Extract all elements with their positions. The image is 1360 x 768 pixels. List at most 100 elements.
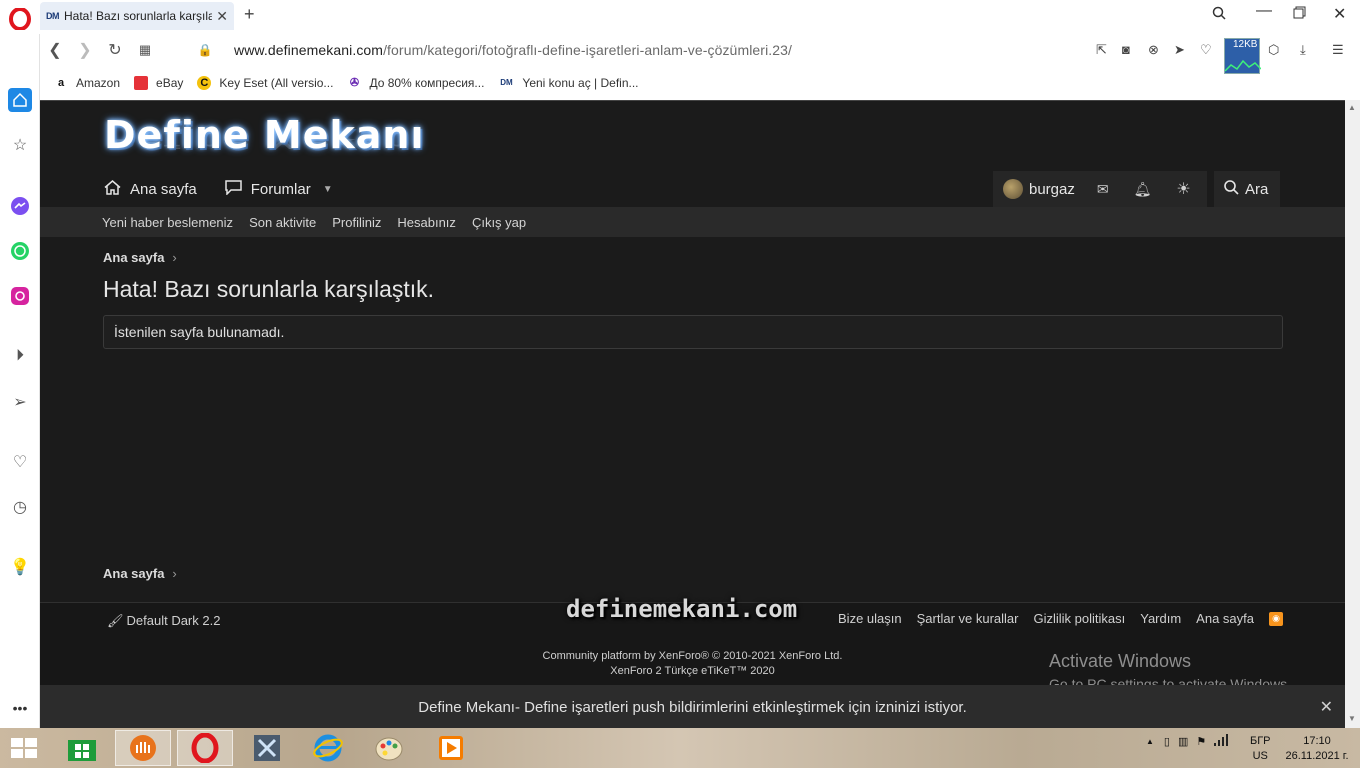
internet-explorer-icon[interactable] [300,730,356,766]
push-notification-bar: Define Mekanı- Define işaretleri push bi… [40,685,1345,729]
camera-icon[interactable]: ◙ [1122,42,1130,57]
battery-icon[interactable]: ▯ [1164,735,1170,748]
home-icon [104,179,121,199]
bookmarks-star-icon[interactable]: ☆ [8,133,32,157]
url-path: /forum/kategori/fotoğraflı-define-işaret… [383,42,793,58]
search-tabs-icon[interactable] [1212,6,1226,23]
nav-forums-label: Forumlar [250,180,311,198]
chevron-right-icon: › [172,566,177,581]
user-bar: burgaz ✉ 🔔︎ ☀ Ara [993,171,1280,207]
more-icon[interactable]: ••• [8,696,32,720]
close-icon[interactable]: ✕ [1320,697,1333,717]
lock-icon[interactable]: 🔒 [190,43,220,57]
address-bar: ❮ ❯ ↻ ▦ 🔒 www.definemekani.com/forum/kat… [40,34,1360,66]
footer-link-terms[interactable]: Şartlar ve kurallar [917,611,1019,626]
speed-dial-icon[interactable]: ▦ [130,42,160,58]
style-toggle-icon[interactable]: ☀ [1176,179,1190,199]
footer-link-home[interactable]: Ana sayfa [1196,611,1254,626]
forward-icon[interactable]: ❯ [70,40,100,60]
opera-sidebar: ☆ ⏵ ➢ ♡ ◷ 💡 ••• [0,34,40,728]
chevron-down-icon[interactable]: ▼ [323,184,333,195]
media-player-icon[interactable] [423,730,479,766]
search-icon [1224,179,1239,199]
pinboard-heart-icon[interactable]: ♡ [8,450,32,474]
bookmark-new-topic[interactable]: DM Yeni konu aç | Defin... [498,76,638,90]
heart-icon[interactable]: ♡ [1200,42,1212,58]
history-icon[interactable]: ◷ [8,495,32,519]
paint-app-icon[interactable] [361,730,417,766]
scrollbar[interactable]: ▲ ▼ [1345,100,1360,728]
inbox-icon[interactable]: ✉ [1097,181,1109,198]
bookmarks-bar: a Amazon eBay C Key Eset (All versio... … [54,72,653,94]
clock[interactable]: 17:10 26.11.2021 г. [1284,734,1350,764]
tray-expand-icon[interactable]: ▲ [1146,737,1154,746]
style-chooser[interactable]: 🖌︎ Default Dark 2.2 [107,613,220,629]
easy-setup-icon[interactable]: ☰ [1332,42,1344,58]
footer-watermark: definemekani.com [566,595,798,623]
breadcrumb-home[interactable]: Ana sayfa [103,566,164,581]
bookmark-ebay[interactable]: eBay [134,76,183,90]
close-window-icon[interactable]: ✕ [1333,4,1346,24]
flow-icon[interactable]: ➢ [8,390,32,414]
bookmark-key-eset[interactable]: C Key Eset (All versio... [197,76,333,90]
messenger-icon[interactable] [8,194,32,218]
whatsapp-icon[interactable] [8,239,32,263]
breadcrumb-home[interactable]: Ana sayfa [103,250,164,265]
bookmark-amazon[interactable]: a Amazon [54,76,120,90]
username[interactable]: burgaz [1029,181,1075,198]
rss-icon[interactable]: ◉ [1269,611,1283,626]
home-icon[interactable] [8,88,32,112]
opera-app-icon[interactable] [177,730,233,766]
subnav-news-feed[interactable]: Yeni haber beslemeniz [102,215,233,230]
subnav-latest-activity[interactable]: Son aktivite [249,215,316,230]
chevron-right-icon: › [172,250,177,265]
browser-tab[interactable]: DM Hata! Bazı sorunlarla karşılaştık. ✕ [40,2,234,30]
minimize-icon[interactable]: — [1256,2,1272,20]
site-logo[interactable]: Define Mekanı [104,113,425,157]
footer-links: Bize ulaşın Şartlar ve kurallar Gizlilik… [823,611,1283,626]
action-center-flag-icon[interactable]: ⚑ [1196,735,1206,748]
browser-chrome: DM Hata! Bazı sorunlarla karşılaştık. ✕ … [0,0,1360,100]
tips-bulb-icon[interactable]: 💡 [8,555,32,579]
scroll-up-icon[interactable]: ▲ [1348,103,1356,112]
player-icon[interactable]: ⏵ [8,344,32,368]
nav-forums[interactable]: Forumlar ▼ [224,179,333,199]
bittorrent-app-icon[interactable] [115,730,171,766]
download-icon[interactable]: ⤓ [1300,42,1306,58]
scroll-down-icon[interactable]: ▼ [1348,714,1356,723]
avatar[interactable] [1003,179,1023,199]
network-status-icon[interactable]: ▥ [1178,735,1188,748]
send-icon[interactable]: ➤ [1174,42,1185,58]
instagram-icon[interactable] [8,284,32,308]
search-button[interactable]: Ara [1214,171,1280,207]
bell-icon[interactable]: 🔔︎ [1134,181,1152,198]
url-field[interactable]: www.definemekani.com/forum/kategori/foto… [234,42,792,58]
subnav-logout[interactable]: Çıkış yap [472,215,526,230]
share-icon[interactable]: ⇱ [1096,42,1107,58]
new-tab-icon[interactable]: + [244,4,255,25]
signal-bars-icon[interactable] [1214,734,1229,749]
system-tray: ▲ ▯ ▥ ⚑ [1146,734,1229,749]
reload-icon[interactable]: ↻ [100,40,130,60]
subnav-account[interactable]: Hesabınız [397,215,456,230]
amazon-icon: a [57,77,65,89]
adblock-icon[interactable]: ⊗ [1148,42,1159,58]
footer-link-help[interactable]: Yardım [1140,611,1181,626]
footer-link-privacy[interactable]: Gizlilik politikası [1033,611,1125,626]
windows-start-icon[interactable] [10,736,38,760]
extensions-icon[interactable]: ⬡ [1268,42,1279,58]
footer-link-contact[interactable]: Bize ulaşın [838,611,902,626]
xampp-app-icon[interactable] [239,730,295,766]
nav-home[interactable]: Ana sayfa [104,179,197,199]
restore-icon[interactable] [1293,6,1306,22]
close-tab-icon[interactable]: ✕ [216,8,228,25]
store-app-icon[interactable] [54,730,110,766]
network-speed-widget[interactable]: 12KB [1224,38,1261,74]
subnav-profile[interactable]: Profiliniz [332,215,381,230]
bookmark-label: Yeni konu aç | Defin... [522,76,639,90]
input-language[interactable]: БГР US [1250,734,1271,764]
search-label: Ara [1245,180,1269,198]
back-icon[interactable]: ❮ [40,40,70,60]
bookmark-compression[interactable]: ✇ До 80% компресия... [347,76,485,90]
opera-menu-icon[interactable] [8,6,32,32]
